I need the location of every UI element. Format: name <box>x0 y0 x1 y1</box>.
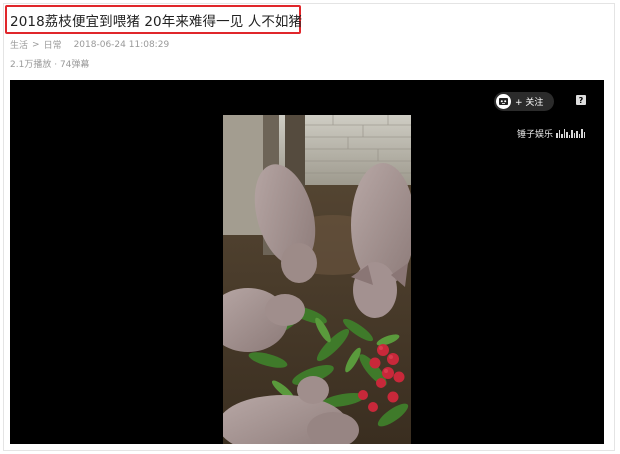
view-count: 2.1万播放 <box>10 60 52 70</box>
video-title: 2018荔枝便宜到喂猪 20年来难得一见 人不如猪 <box>10 14 303 30</box>
danmaku-count: 74弹幕 <box>59 60 90 70</box>
breadcrumb-category-life[interactable]: 生活 <box>10 38 28 51</box>
audio-wave-icon <box>556 129 586 138</box>
video-still-image <box>223 115 411 444</box>
breadcrumb-category-daily[interactable]: 日常 <box>44 38 62 51</box>
breadcrumb-separator: > <box>32 39 40 50</box>
stats-row: 2.1万播放 · 74弹幕 <box>10 57 89 70</box>
video-player[interactable]: + 关注 ? 锤子娱乐 <box>10 80 604 444</box>
follow-button[interactable]: + 关注 <box>494 92 554 111</box>
meta-row: 生活 > 日常 2018-06-24 11:08:29 <box>10 38 170 52</box>
help-button[interactable]: ? <box>576 95 586 105</box>
channel-watermark: 锤子娱乐 <box>517 127 586 140</box>
follow-label: + 关注 <box>515 98 544 108</box>
publish-time: 2018-06-24 11:08:29 <box>73 39 170 50</box>
user-avatar-icon <box>496 94 511 109</box>
video-frame[interactable] <box>223 115 411 444</box>
stats-separator: · <box>54 60 58 70</box>
watermark-text: 锤子娱乐 <box>517 130 554 140</box>
